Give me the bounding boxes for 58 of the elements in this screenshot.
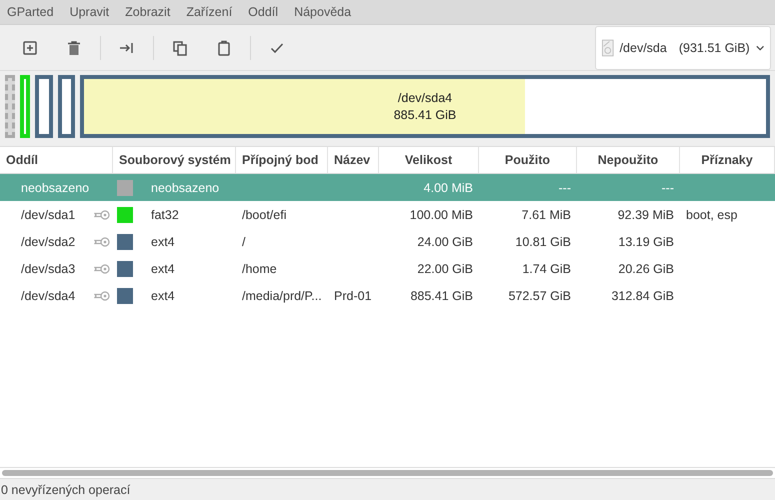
- table-cell: /boot/efi: [242, 208, 286, 222]
- table-cell: 885.41 GiB: [410, 288, 473, 302]
- partition-segment[interactable]: [58, 75, 75, 138]
- table-cell: 100.00 MiB: [410, 208, 473, 222]
- table-cell: /media/prd/P...: [242, 288, 322, 302]
- table-row[interactable]: /dev/sda1 fat32 /boot/efi 100.00 MiB 7.61 MiB 92.39 MiB boot, esp: [0, 201, 775, 228]
- menu-item[interactable]: Upravit: [70, 5, 110, 19]
- column-header[interactable]: Příznaky: [680, 147, 775, 173]
- table-cell: ext4: [151, 262, 175, 276]
- table-cell: /dev/sda1: [21, 208, 76, 222]
- table-cell: 1.74 GiB: [522, 262, 571, 276]
- table-cell: Prd-01: [334, 288, 372, 302]
- table-cell: boot, esp: [686, 208, 738, 222]
- table-cell: /dev/sda4: [21, 288, 76, 302]
- menu-item[interactable]: Oddíl: [248, 5, 278, 19]
- column-header[interactable]: Velikost: [379, 147, 479, 173]
- table-cell: 7.61 MiB: [522, 208, 571, 222]
- table-cell: 22.00 GiB: [417, 262, 473, 276]
- device-dropdown[interactable]: /dev/sda (931.51 GiB): [595, 26, 771, 70]
- column-header[interactable]: Přípojný bod: [236, 147, 328, 173]
- table-cell: 20.26 GiB: [618, 262, 674, 276]
- table-row[interactable]: /dev/sda4 ext4 /media/prd/P... Prd-01 885.41 GiB 572.57 GiB 312.84 GiB: [0, 282, 775, 309]
- column-header[interactable]: Souborový systém: [113, 147, 236, 173]
- column-header[interactable]: Použito: [479, 147, 577, 173]
- table-cell: /dev/sda3: [21, 262, 76, 276]
- partition-name: /dev/sda4: [398, 91, 452, 105]
- column-header[interactable]: Oddíl: [0, 147, 113, 173]
- table-cell: 10.81 GiB: [515, 234, 571, 248]
- menu-item[interactable]: Zařízení: [186, 5, 232, 19]
- table-cell: ext4: [151, 288, 175, 302]
- table-row[interactable]: /dev/sda2 ext4 / 24.00 GiB 10.81 GiB 13.19 GiB: [0, 228, 775, 255]
- partition-size: 885.41 GiB: [394, 108, 456, 122]
- table-cell: 312.84 GiB: [611, 288, 674, 302]
- table-cell: fat32: [151, 208, 179, 222]
- menu-item[interactable]: Nápověda: [294, 5, 352, 19]
- table-cell: 4.00 MiB: [424, 180, 473, 194]
- table-cell: /dev/sda2: [21, 234, 76, 248]
- partition-segment[interactable]: [35, 75, 53, 138]
- caret-icon: [756, 44, 764, 50]
- table-cell: 24.00 GiB: [417, 234, 473, 248]
- status-text: 0 nevyřízených operací: [1, 482, 130, 496]
- table-cell: /: [242, 234, 246, 248]
- table-cell: neobsazeno: [21, 180, 90, 194]
- table-row[interactable]: /dev/sda3 ext4 /home 22.00 GiB 1.74 GiB 20.26 GiB: [0, 255, 775, 282]
- partition-segment[interactable]: /dev/sda4 885.41 GiB: [80, 75, 770, 138]
- column-header[interactable]: Nepoužito: [577, 147, 680, 173]
- column-header[interactable]: Název: [328, 147, 379, 173]
- table-cell: 92.39 MiB: [618, 208, 674, 222]
- table-cell: /home: [242, 262, 277, 276]
- table-cell: neobsazeno: [151, 180, 220, 194]
- table-cell: 13.19 GiB: [618, 234, 674, 248]
- table-cell: ext4: [151, 234, 175, 248]
- menu-item[interactable]: Zobrazit: [125, 5, 170, 19]
- table-cell: 572.57 GiB: [508, 288, 571, 302]
- menu-item[interactable]: GParted: [7, 5, 54, 19]
- scrollbar-thumb[interactable]: [2, 470, 773, 476]
- table-cell: ---: [662, 180, 674, 194]
- table-cell: ---: [558, 180, 571, 194]
